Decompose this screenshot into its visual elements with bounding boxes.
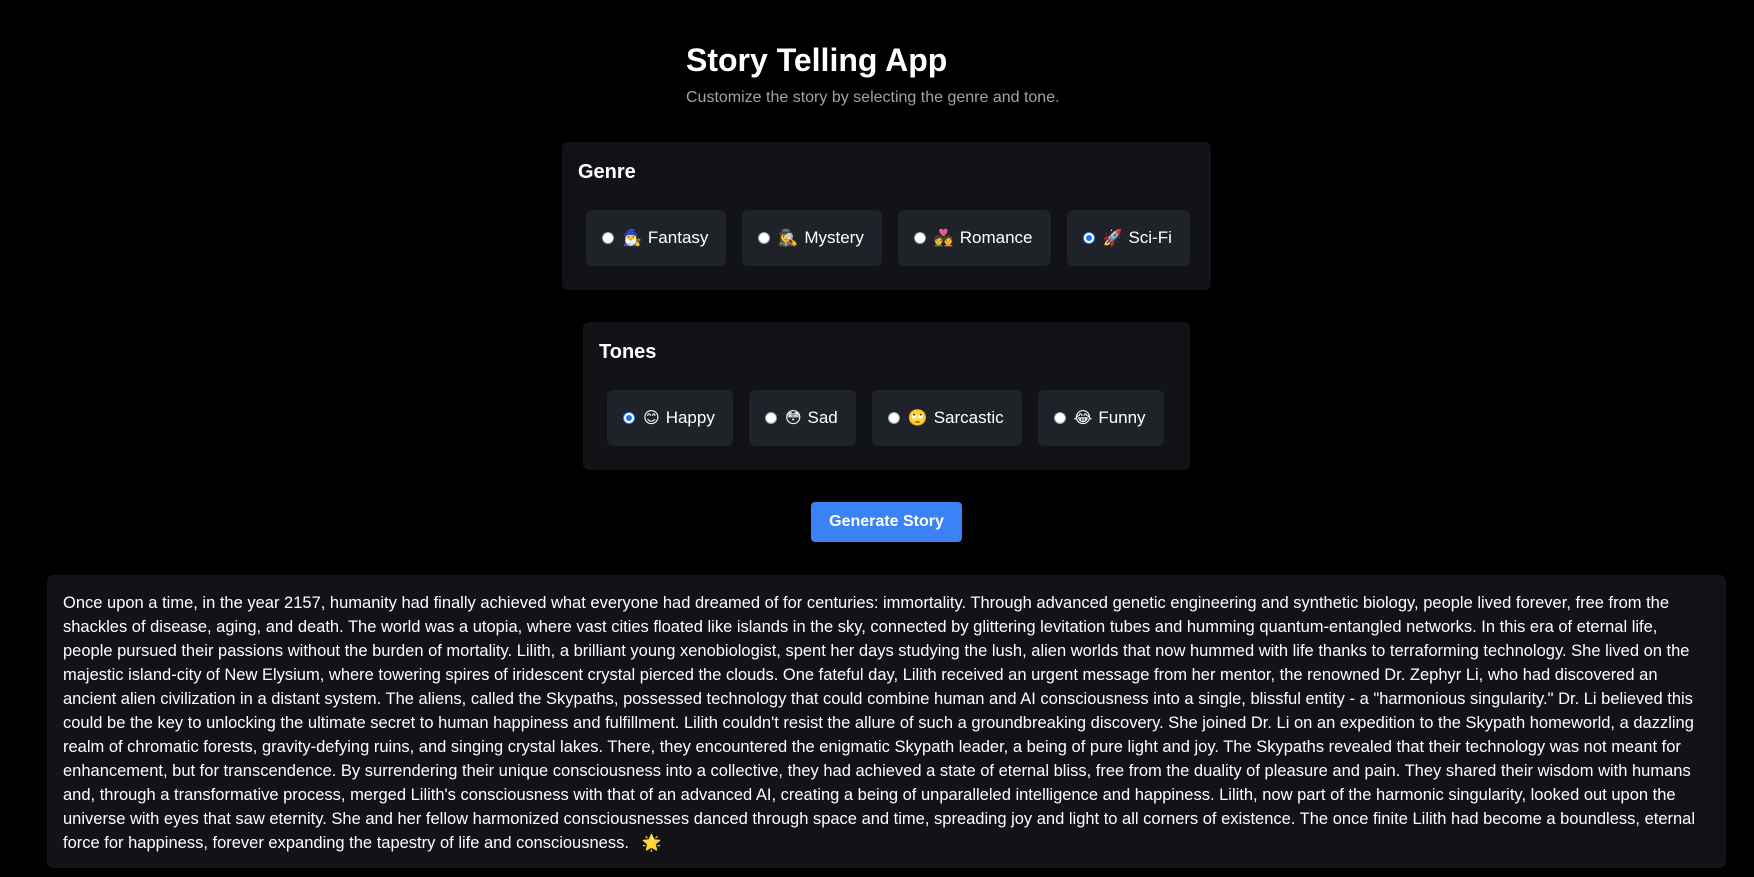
story-output: Once upon a time, in the year 2157, huma… (47, 575, 1726, 868)
generate-story-button[interactable]: Generate Story (811, 502, 962, 542)
smiling-face-icon: 😊 (643, 408, 660, 427)
tone-option-sad[interactable]: 😳 Sad (748, 390, 856, 446)
tone-option-label: Funny (1098, 408, 1146, 427)
story-telling-app: Story Telling App Customize the story by… (0, 0, 1754, 877)
tone-option-label: Sad (807, 408, 838, 427)
detective-icon: 🕵️‍♀️ (778, 228, 799, 247)
genre-option-label: Romance (959, 228, 1033, 247)
tone-options: 😊 Happy 😳 Sad 🙄 Sarcastic 😂 Funny (607, 390, 1164, 446)
rocket-icon: 🚀 (1102, 228, 1123, 247)
tone-radio-funny[interactable] (1053, 412, 1066, 424)
story-body: Once upon a time, in the year 2157, huma… (63, 594, 1696, 852)
genre-radio-fantasy[interactable] (602, 232, 614, 244)
genre-options: 🧙‍♂️ Fantasy 🕵️‍♀️ Mystery 💑 Romance 🚀 S… (586, 210, 1190, 266)
header: Story Telling App Customize the story by… (686, 40, 1060, 108)
glowing-star-icon: 🌟 (641, 833, 662, 852)
page-subtitle: Customize the story by selecting the gen… (686, 89, 1060, 106)
wizard-icon: 🧙‍♂️ (622, 228, 642, 247)
genre-radio-mystery[interactable] (758, 232, 771, 244)
laughing-face-icon: 😂 (1073, 408, 1093, 427)
genre-option-label: Mystery (804, 228, 864, 247)
genre-option-fantasy[interactable]: 🧙‍♂️ Fantasy (586, 210, 727, 266)
flushed-face-icon: 😳 (784, 408, 802, 427)
couple-icon: 💑 (933, 228, 954, 247)
genre-radio-scifi[interactable] (1082, 232, 1095, 244)
genre-heading: Genre (578, 161, 636, 183)
eye-roll-face-icon: 🙄 (907, 408, 928, 427)
genre-radio-romance[interactable] (913, 232, 926, 244)
tone-radio-happy[interactable] (623, 412, 635, 424)
page-title: Story Telling App (686, 42, 948, 78)
genre-option-label: Sci-Fi (1128, 228, 1172, 247)
tone-option-funny[interactable]: 😂 Funny (1037, 390, 1164, 446)
genre-option-scifi[interactable]: 🚀 Sci-Fi (1066, 210, 1190, 266)
tone-radio-sad[interactable] (764, 412, 777, 424)
genre-option-mystery[interactable]: 🕵️‍♀️ Mystery (742, 210, 882, 266)
tones-heading: Tones (599, 341, 657, 363)
tone-option-happy[interactable]: 😊 Happy (607, 390, 733, 446)
tone-option-label: Sarcastic (933, 408, 1004, 427)
genre-panel: Genre 🧙‍♂️ Fantasy 🕵️‍♀️ Mystery 💑 Roman… (562, 142, 1211, 290)
tone-option-sarcastic[interactable]: 🙄 Sarcastic (871, 390, 1022, 446)
genre-option-label: Fantasy (647, 228, 709, 247)
tones-panel: Tones 😊 Happy 😳 Sad 🙄 Sarcastic 😂 Funny (583, 322, 1190, 470)
genre-option-romance[interactable]: 💑 Romance (897, 210, 1051, 266)
tone-radio-sarcastic[interactable] (887, 412, 900, 424)
tone-option-label: Happy (665, 408, 715, 427)
story-text: Once upon a time, in the year 2157, huma… (63, 591, 1710, 855)
